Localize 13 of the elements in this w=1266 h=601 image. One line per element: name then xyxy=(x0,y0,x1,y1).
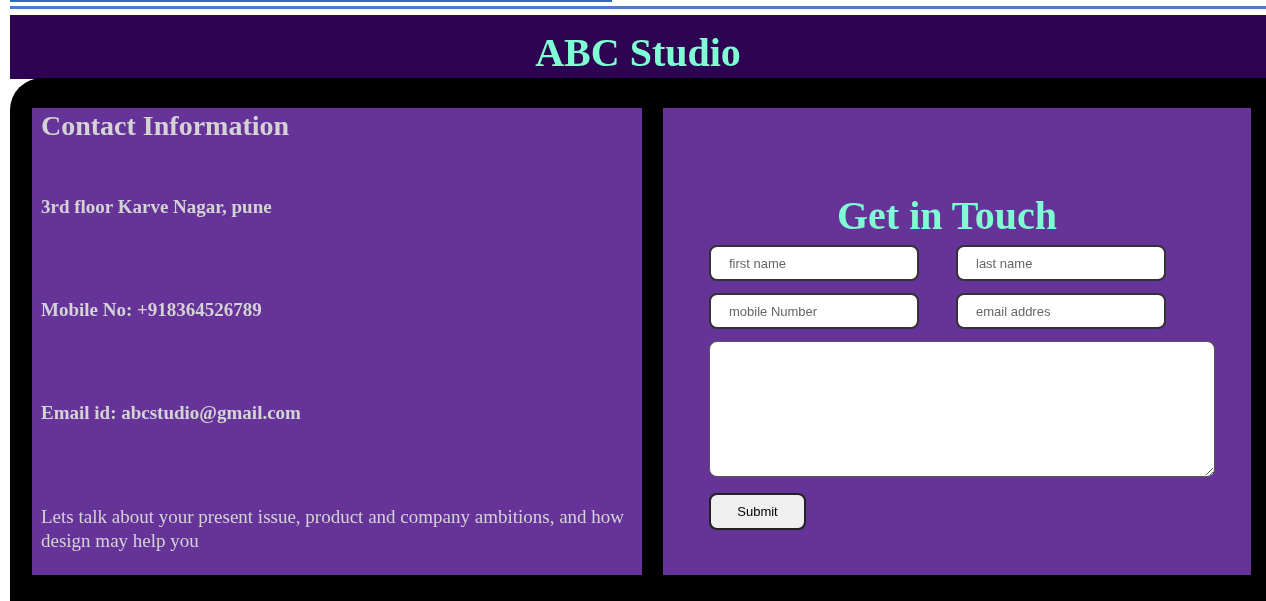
input-field[interactable]: last name xyxy=(956,245,1166,281)
site-title: ABC Studio xyxy=(535,29,741,73)
input-field[interactable]: mobile Number xyxy=(709,293,919,329)
contact-detail: Email id: abcstudio@gmail.com xyxy=(41,401,302,425)
form-heading: Get in Touch xyxy=(835,192,1059,240)
input-field[interactable]: first name xyxy=(709,245,919,281)
input-field[interactable]: email addres xyxy=(956,293,1166,329)
contact-heading: Contact Information xyxy=(41,110,291,142)
message-field[interactable] xyxy=(709,341,1215,477)
contact-note: Lets talk about your present issue, product and company ambitions, and how design may help you xyxy=(41,505,626,553)
submit-button[interactable]: Submit xyxy=(709,493,806,530)
contact-detail: 3rd floor Karve Nagar, pune xyxy=(41,195,273,219)
contact-detail: Mobile No: +918364526789 xyxy=(41,298,263,322)
